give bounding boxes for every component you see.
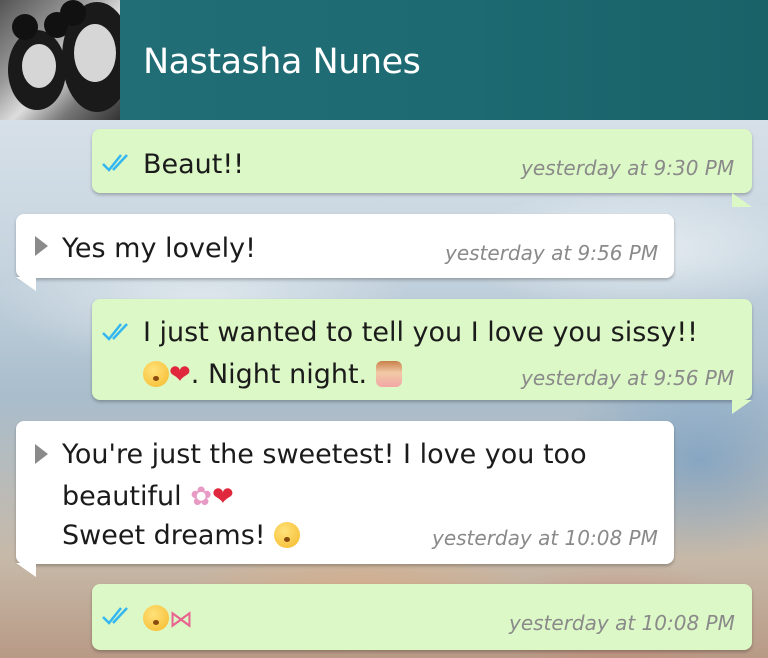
triangle-marker-icon — [35, 236, 48, 256]
cherry-blossom-icon: ✿ — [190, 482, 213, 512]
message-timestamp: yesterday at 10:08 PM — [432, 526, 658, 550]
message-text-line: beautiful ✿❤ — [62, 476, 234, 518]
ribbon-icon: ⋈ — [169, 605, 193, 633]
kissing-face-icon — [143, 605, 169, 631]
message-timestamp: yesterday at 9:56 PM — [445, 241, 659, 265]
contact-name[interactable]: Nastasha Nunes — [143, 40, 421, 84]
kissing-face-icon — [143, 361, 169, 387]
triangle-marker-icon — [35, 444, 48, 464]
message-text: Beaut!! — [143, 149, 245, 180]
kissing-face-icon — [274, 522, 301, 548]
double-check-icon — [102, 154, 128, 172]
message-text-line: Sweet dreams! — [62, 515, 301, 556]
message-text-line: ❤. Night night. — [143, 354, 402, 395]
message-timestamp: yesterday at 9:30 PM — [521, 156, 735, 180]
message-timestamp: yesterday at 9:56 PM — [521, 366, 735, 390]
double-check-icon — [102, 323, 128, 341]
message-timestamp: yesterday at 10:08 PM — [509, 611, 735, 635]
double-check-icon — [102, 607, 128, 625]
chat-header[interactable]: Nastasha Nunes — [0, 0, 768, 120]
person-raising-hand-icon — [375, 361, 402, 387]
message-text: Yes my lovely! — [62, 233, 256, 264]
heart-icon: ❤ — [212, 482, 234, 512]
heart-icon: ❤ — [169, 360, 191, 390]
message-emoji: ⋈ — [143, 598, 193, 640]
contact-avatar[interactable] — [0, 0, 120, 120]
message-text-line: You're just the sweetest! I love you too — [62, 439, 587, 470]
message-text-line: I just wanted to tell you I love you sis… — [143, 317, 698, 348]
